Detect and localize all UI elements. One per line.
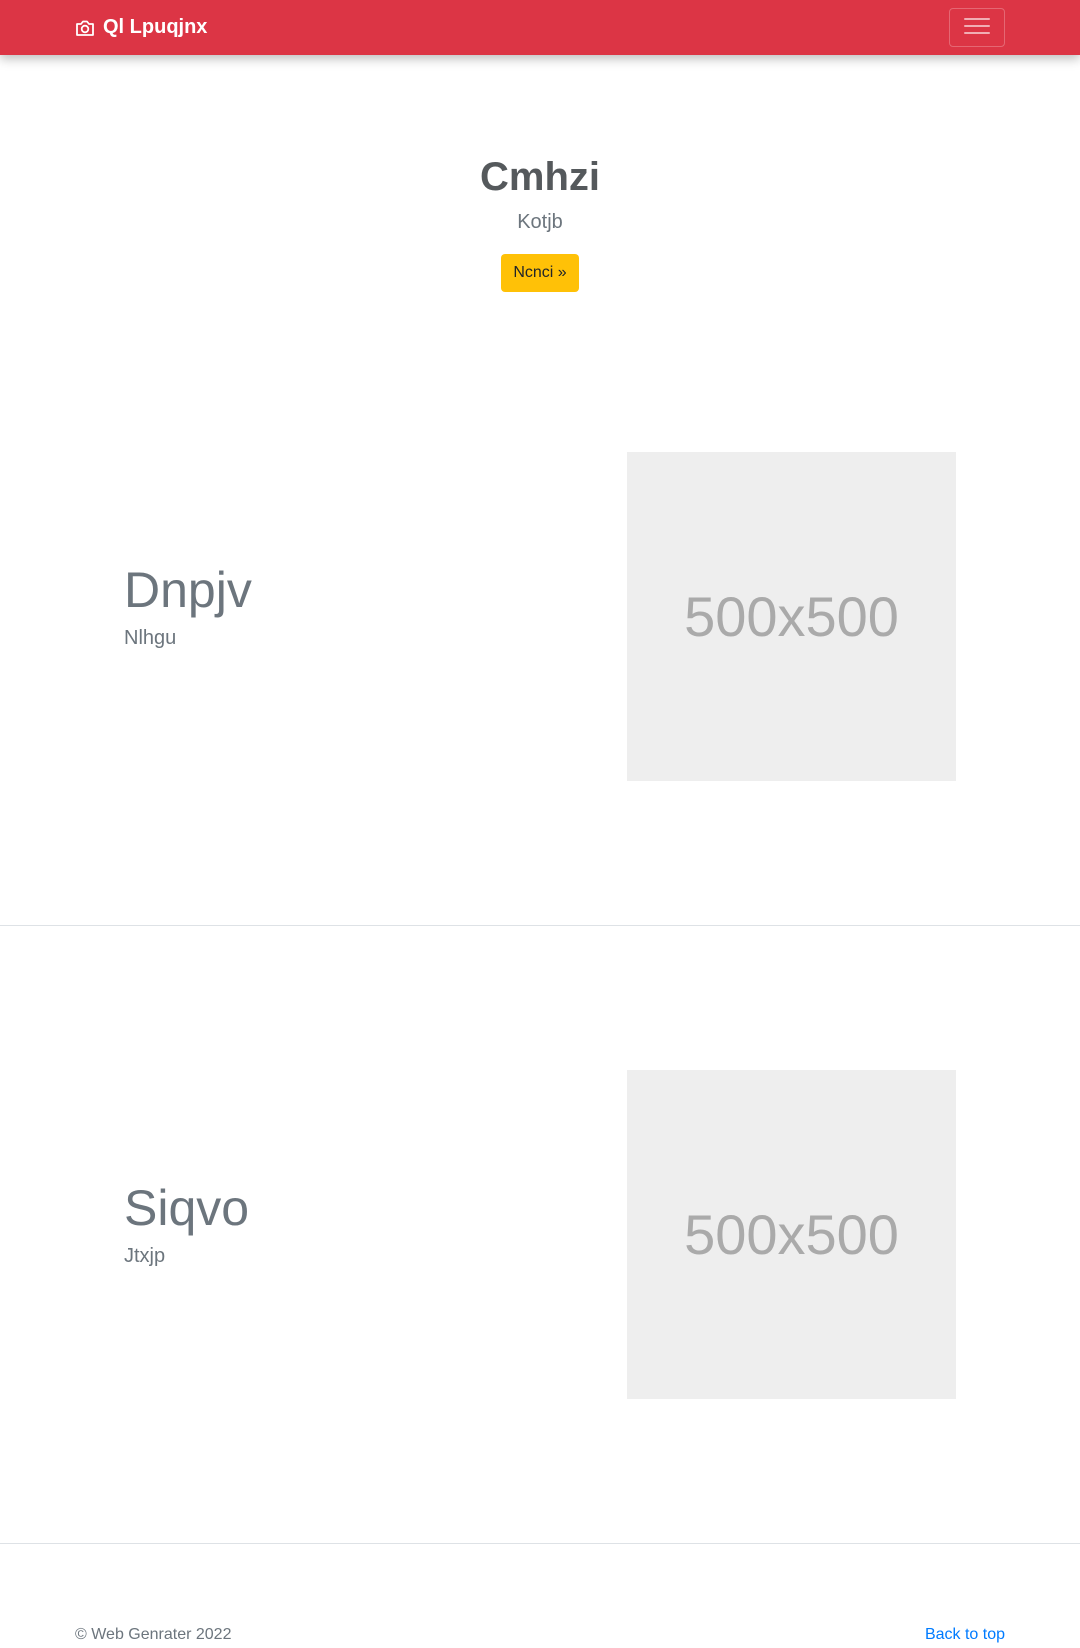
hero-title: Cmhzi [480, 155, 600, 199]
placeholder-image-label: 500x500 [684, 1203, 899, 1266]
brand-text: Ql Lpuqjnx [103, 16, 208, 38]
placeholder-image: 500x500 [627, 452, 956, 781]
section-divider [0, 1543, 1080, 1544]
brand-link[interactable]: Ql Lpuqjnx [75, 0, 207, 55]
footer-copyright: © Web Genrater 2022 [75, 1626, 232, 1643]
navbar: Ql Lpuqjnx [0, 0, 1080, 55]
section-divider [0, 925, 1080, 926]
feature-lead: Jtxjp [124, 1245, 166, 1267]
navbar-toggle-button[interactable] [949, 8, 1005, 47]
back-to-top-link[interactable]: Back to top [925, 1625, 1005, 1645]
camera-icon [75, 19, 95, 37]
hero-subtitle: Kotjb [517, 211, 563, 233]
feature-heading: Siqvo [124, 1180, 250, 1236]
hero-cta-button[interactable]: Ncnci » [501, 254, 579, 292]
placeholder-image-label: 500x500 [684, 585, 899, 648]
hamburger-menu-icon [964, 16, 990, 39]
feature-heading: Dnpjv [124, 562, 252, 618]
feature-lead: Nlhgu [124, 627, 177, 649]
placeholder-image: 500x500 [627, 1070, 956, 1399]
